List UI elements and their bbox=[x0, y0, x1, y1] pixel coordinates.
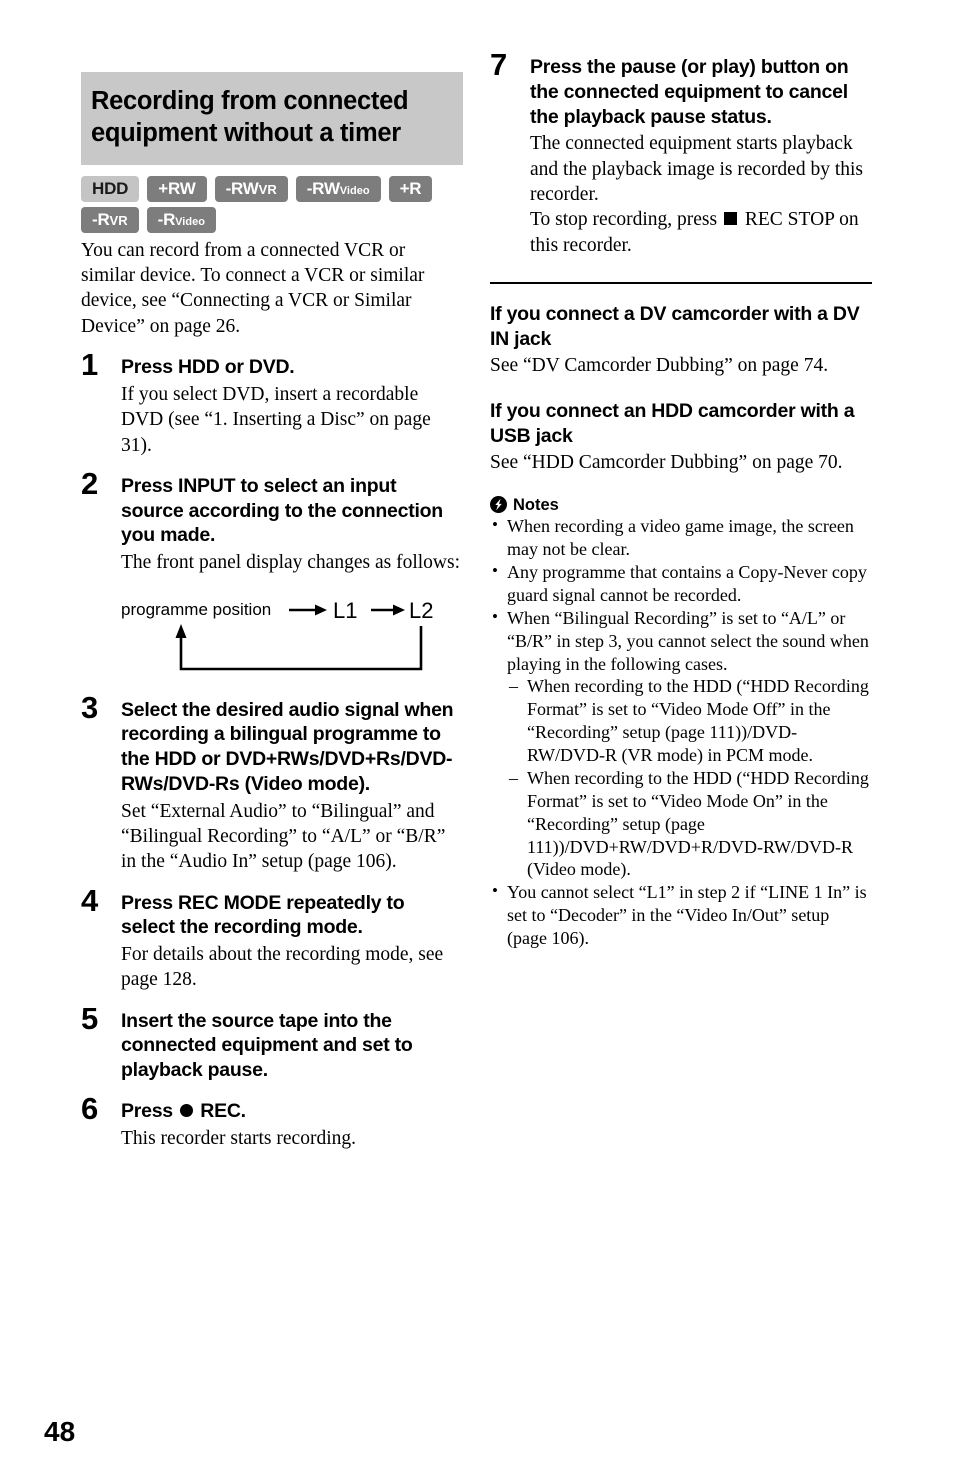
media-badge-row-1: HDD +RW -RWVR -RWVideo +R bbox=[81, 175, 481, 202]
note-text: When recording a video game image, the s… bbox=[507, 516, 854, 560]
step-3: 3 Select the desired audio signal when r… bbox=[81, 692, 463, 875]
note-lightning-icon bbox=[490, 496, 507, 514]
flow-node-l2: L2 bbox=[409, 598, 433, 623]
input-source-flow-diagram: programme position L1 L2 bbox=[121, 596, 451, 682]
media-badge-hdd: HDD bbox=[81, 175, 140, 202]
step-heading-prefix: Press bbox=[121, 1099, 173, 1122]
step-number: 4 bbox=[81, 882, 99, 918]
note-item: When recording a video game image, the s… bbox=[490, 514, 872, 561]
subsection-body: See “DV Camcorder Dubbing” on page 74. bbox=[490, 354, 829, 376]
media-badge-plus-rw: +RW bbox=[147, 175, 207, 202]
subsection-body: See “HDD Camcorder Dubbing” on page 70. bbox=[490, 452, 843, 474]
step-heading: Insert the source tape into the connecte… bbox=[121, 1009, 413, 1082]
manual-page: Recording from connected equipment witho… bbox=[0, 0, 954, 1483]
step-1: 1 Press HDD or DVD. If you select DVD, i… bbox=[81, 349, 463, 458]
flow-label: programme position bbox=[121, 600, 271, 619]
step-heading: Press the pause (or play) button on the … bbox=[530, 56, 849, 128]
note-item: You cannot select “L1” in step 2 if “LIN… bbox=[490, 880, 872, 950]
subsection-heading: If you connect an HDD camcorder with a U… bbox=[490, 400, 855, 448]
intro-paragraph: You can record from a connected VCR or s… bbox=[81, 239, 425, 337]
stop-square-icon bbox=[723, 212, 737, 226]
step-body-line-1: The connected equipment starts playback … bbox=[530, 133, 864, 205]
media-badge-minus-r-video: -RVideo bbox=[146, 206, 216, 233]
notes-section: Notes When recording a video game image,… bbox=[490, 496, 872, 949]
media-badge-group: HDD +RW -RWVR -RWVideo +R -RVR -RVideo bbox=[81, 175, 481, 233]
step-heading-suffix: REC. bbox=[200, 1099, 246, 1122]
step-2: 2 Press INPUT to select an input source … bbox=[81, 468, 463, 682]
step-heading: Press REC MODE repeatedly to select the … bbox=[121, 891, 405, 939]
step-body: If you select DVD, insert a recordable D… bbox=[121, 383, 431, 456]
step-body: Set “External Audio” to “Bilingual” and … bbox=[121, 800, 446, 873]
section-divider bbox=[490, 281, 872, 284]
note-subitem: When recording to the HDD (“HDD Recordin… bbox=[509, 767, 872, 881]
step-heading: Press INPUT to select an input source ac… bbox=[121, 474, 443, 547]
note-subitem: When recording to the HDD (“HDD Recordin… bbox=[509, 675, 872, 766]
step-number: 2 bbox=[81, 465, 99, 501]
step-4: 4 Press REC MODE repeatedly to select th… bbox=[81, 885, 463, 993]
flow-diagram-svg: programme position L1 L2 bbox=[121, 598, 433, 670]
right-column: 7 Press the pause (or play) button on th… bbox=[490, 49, 872, 950]
section-title-band: Recording from connected equipment witho… bbox=[81, 72, 463, 165]
flow-node-l1: L1 bbox=[333, 598, 357, 623]
record-circle-icon bbox=[180, 1103, 194, 1117]
notes-list: When recording a video game image, the s… bbox=[490, 514, 872, 950]
step-number: 6 bbox=[81, 1090, 99, 1126]
step-number: 1 bbox=[81, 347, 99, 383]
note-item: Any programme that contains a Copy-Never… bbox=[490, 560, 872, 607]
page-number: 48 bbox=[44, 1416, 76, 1447]
media-badge-minus-rw-video: -RWVideo bbox=[295, 175, 381, 202]
left-column: Recording from connected equipment witho… bbox=[81, 72, 463, 1151]
step-number: 3 bbox=[81, 689, 99, 725]
media-badge-row-2: -RVR -RVideo bbox=[81, 206, 481, 233]
notes-title: Notes bbox=[513, 495, 559, 514]
step-heading: Select the desired audio signal when rec… bbox=[121, 698, 454, 795]
media-badge-minus-rw-vr: -RWVR bbox=[214, 175, 288, 202]
subsection-hdd-camcorder: If you connect an HDD camcorder with a U… bbox=[490, 399, 872, 475]
page-title: Recording from connected equipment witho… bbox=[91, 87, 409, 147]
media-badge-minus-r-vr: -RVR bbox=[81, 206, 139, 233]
step-body-line-2: To stop recording, press REC STOP on thi… bbox=[530, 207, 872, 258]
step-body: For details about the recording mode, se… bbox=[121, 944, 444, 991]
step-6: 6 Press REC. This recorder starts record… bbox=[81, 1093, 463, 1151]
note-item: When “Bilingual Recording” is set to “A/… bbox=[490, 606, 872, 881]
stop-text-prefix: To stop recording, press bbox=[530, 209, 718, 231]
step-number: 5 bbox=[81, 1000, 99, 1036]
step-body: This recorder starts recording. bbox=[121, 1127, 356, 1149]
note-text: When “Bilingual Recording” is set to “A/… bbox=[507, 607, 869, 674]
subsection-dv-camcorder: If you connect a DV camcorder with a DV … bbox=[490, 302, 872, 378]
step-heading: Press HDD or DVD. bbox=[121, 356, 295, 379]
step-heading: Press REC. bbox=[121, 1099, 463, 1124]
media-badge-plus-r: +R bbox=[388, 175, 433, 202]
step-number: 7 bbox=[490, 47, 508, 82]
step-7: 7 Press the pause (or play) button on th… bbox=[490, 49, 872, 258]
note-text: Any programme that contains a Copy-Never… bbox=[507, 562, 867, 606]
step-body: The front panel display changes as follo… bbox=[121, 552, 460, 574]
note-text: You cannot select “L1” in step 2 if “LIN… bbox=[507, 882, 867, 948]
notes-header: Notes bbox=[490, 495, 872, 514]
step-5: 5 Insert the source tape into the connec… bbox=[81, 1003, 463, 1083]
note-subitem-list: When recording to the HDD (“HDD Recordin… bbox=[507, 675, 872, 881]
subsection-heading: If you connect a DV camcorder with a DV … bbox=[490, 302, 860, 350]
